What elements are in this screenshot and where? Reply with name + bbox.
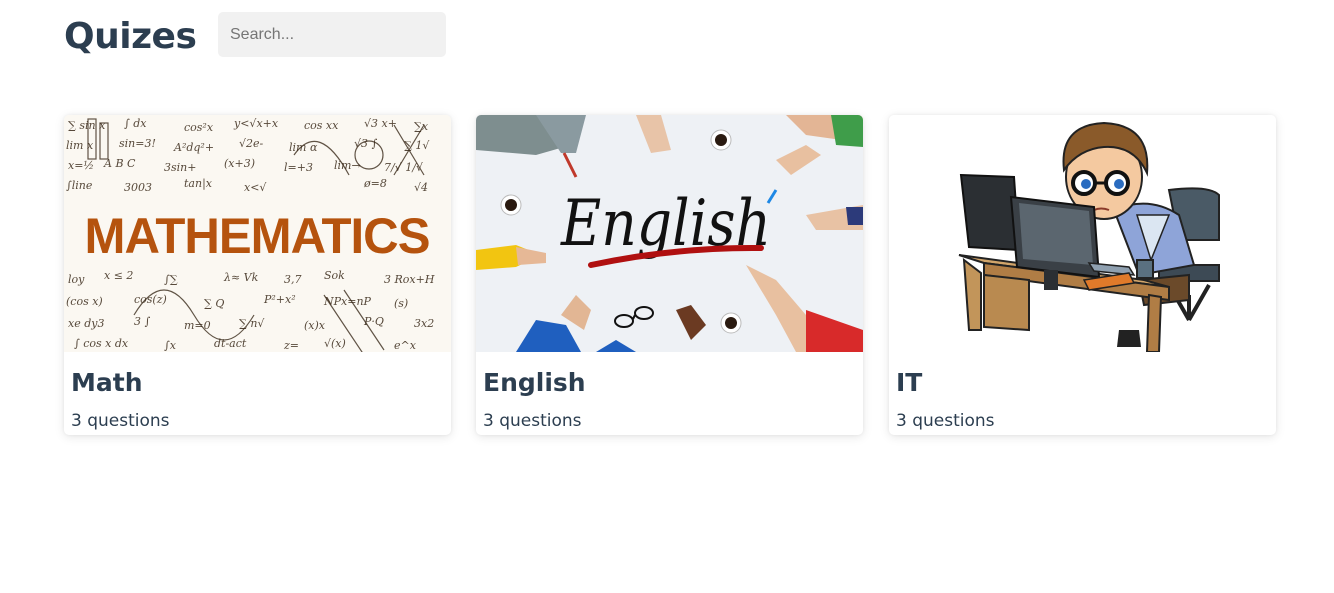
svg-text:(s): (s) xyxy=(394,297,408,310)
svg-text:∑ Q: ∑ Q xyxy=(204,297,224,310)
svg-text:∫line: ∫line xyxy=(66,179,93,192)
svg-text:Sok: Sok xyxy=(324,269,345,282)
quiz-card-english[interactable]: English English 3 questions xyxy=(476,115,863,435)
page-title: Quizes xyxy=(64,16,197,57)
svg-text:3 Rox+H: 3 Rox+H xyxy=(384,273,435,286)
svg-text:x<√: x<√ xyxy=(244,181,267,194)
svg-text:lim α: lim α xyxy=(289,141,318,154)
svg-text:NPx=nP: NPx=nP xyxy=(323,295,372,308)
svg-text:P·Q: P·Q xyxy=(363,315,384,328)
svg-text:x=½: x=½ xyxy=(68,159,94,172)
svg-text:cos xx: cos xx xyxy=(304,119,339,132)
svg-text:z=: z= xyxy=(283,339,299,352)
english-image: English xyxy=(476,115,863,352)
svg-text:l=+3: l=+3 xyxy=(284,161,313,174)
svg-text:A²dq²+: A²dq²+ xyxy=(173,141,214,154)
svg-text:(x)x: (x)x xyxy=(304,319,326,332)
svg-text:∫ cos x dx: ∫ cos x dx xyxy=(74,337,129,350)
mathematics-image: ∑ sin x ∫ dx cos²x y<√x+x cos xx √3 x+ ∑x lim… xyxy=(64,115,451,352)
svg-text:√4: √4 xyxy=(414,181,428,194)
svg-text:xe dy3: xe dy3 xyxy=(68,317,104,330)
svg-text:λ≈ Vk: λ≈ Vk xyxy=(223,271,259,284)
svg-text:∫x: ∫x xyxy=(164,339,177,352)
svg-text:P²+x²: P²+x² xyxy=(263,293,296,306)
svg-text:√(x): √(x) xyxy=(324,337,346,350)
svg-text:3003: 3003 xyxy=(124,181,152,194)
mathematics-image-text: MATHEMATICS xyxy=(85,208,430,264)
svg-text:3 ∫: 3 ∫ xyxy=(134,315,150,328)
svg-text:y<√x+x: y<√x+x xyxy=(233,117,279,130)
quiz-title: IT xyxy=(896,368,923,397)
svg-text:loy: loy xyxy=(68,273,85,286)
quiz-title: Math xyxy=(71,368,143,397)
svg-text:ø=8: ø=8 xyxy=(363,177,387,190)
svg-text:√3 x+: √3 x+ xyxy=(364,117,397,130)
svg-text:cos²x: cos²x xyxy=(184,121,214,134)
it-programmer-image xyxy=(889,115,1276,352)
svg-text:sin=3!: sin=3! xyxy=(119,137,156,150)
svg-text:√2e-: √2e- xyxy=(239,137,264,150)
svg-text:7/√ 1/√: 7/√ 1/√ xyxy=(384,161,424,174)
svg-text:∑ 1√: ∑ 1√ xyxy=(404,139,430,152)
svg-text:x ≤ 2: x ≤ 2 xyxy=(104,269,133,282)
quiz-title: English xyxy=(483,368,586,397)
quiz-question-count: 3 questions xyxy=(71,411,170,431)
svg-text:(cos x): (cos x) xyxy=(66,295,103,308)
svg-text:∫∑: ∫∑ xyxy=(164,273,178,286)
svg-text:e^x: e^x xyxy=(394,339,417,352)
search-input[interactable] xyxy=(218,12,446,57)
svg-text:(x+3): (x+3) xyxy=(224,157,255,170)
svg-text:tan|x: tan|x xyxy=(184,177,213,191)
quiz-card-it[interactable]: IT 3 questions xyxy=(889,115,1276,435)
quiz-question-count: 3 questions xyxy=(896,411,995,431)
svg-text:3sin+: 3sin+ xyxy=(164,161,196,174)
quiz-card-math[interactable]: ∑ sin x ∫ dx cos²x y<√x+x cos xx √3 x+ ∑x lim… xyxy=(64,115,451,435)
svg-text:∫ dx: ∫ dx xyxy=(124,117,147,130)
svg-text:3x2: 3x2 xyxy=(414,317,434,330)
svg-text:lim x: lim x xyxy=(66,139,94,152)
svg-text:∑x: ∑x xyxy=(414,120,429,133)
svg-text:3,7: 3,7 xyxy=(284,273,302,286)
quiz-question-count: 3 questions xyxy=(483,411,582,431)
